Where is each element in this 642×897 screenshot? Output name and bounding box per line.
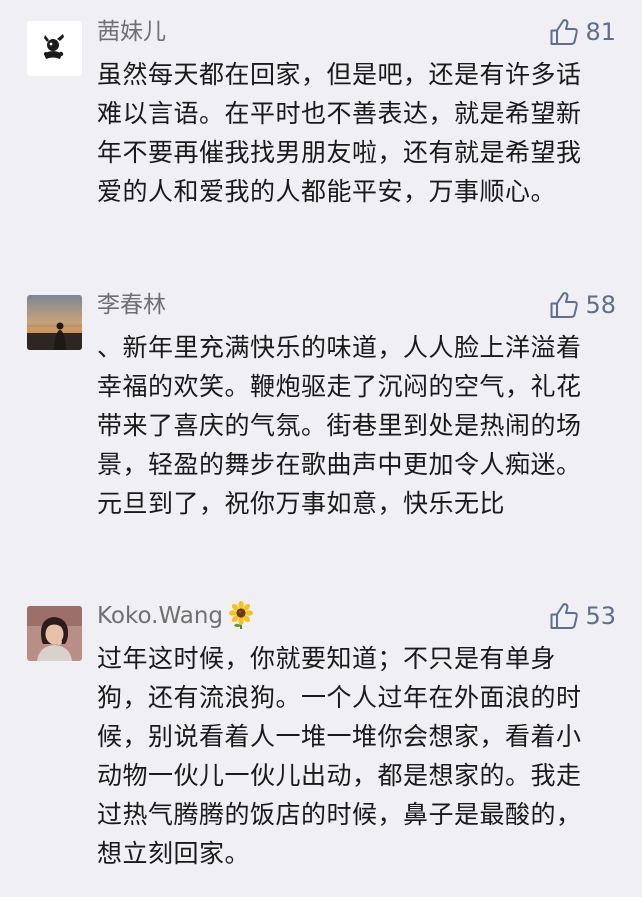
username[interactable]: 李春林 xyxy=(97,290,166,320)
avatar-image xyxy=(27,21,82,76)
like-button[interactable]: 81 xyxy=(549,15,616,49)
like-count: 58 xyxy=(585,291,616,319)
like-button[interactable]: 58 xyxy=(549,288,616,322)
comment-text: 过年这时候，你就要知道；不只是有单身狗，还有流浪狗。一个人过年在外面浪的时候，别… xyxy=(97,644,582,868)
thumbs-up-icon xyxy=(549,602,579,630)
thumbs-up-icon xyxy=(549,18,579,46)
like-count: 81 xyxy=(585,18,616,46)
username[interactable]: 茜妹儿 xyxy=(97,17,166,47)
username[interactable]: Koko.Wang xyxy=(97,601,255,637)
sunflower-icon xyxy=(227,601,255,637)
like-count: 53 xyxy=(585,602,616,630)
avatar[interactable] xyxy=(27,606,82,661)
like-button[interactable]: 53 xyxy=(549,599,616,633)
comment-list: 茜妹儿 81 虽然每天都在回家，但是吧，还是有许多话难以言语。在平时也不善表达，… xyxy=(0,0,642,897)
thumbs-up-icon xyxy=(549,291,579,319)
avatar[interactable] xyxy=(27,295,82,350)
comment-text: 虽然每天都在回家，但是吧，还是有许多话难以言语。在平时也不善表达，就是希望新年不… xyxy=(97,60,582,206)
avatar-image xyxy=(27,606,82,661)
username-text: Koko.Wang xyxy=(97,603,224,629)
comment-text: 、新年里充满快乐的味道，人人脸上洋溢着幸福的欢笑。鞭炮驱走了沉闷的空气，礼花带来… xyxy=(97,333,582,518)
avatar[interactable] xyxy=(27,21,82,76)
avatar-image xyxy=(27,295,82,350)
